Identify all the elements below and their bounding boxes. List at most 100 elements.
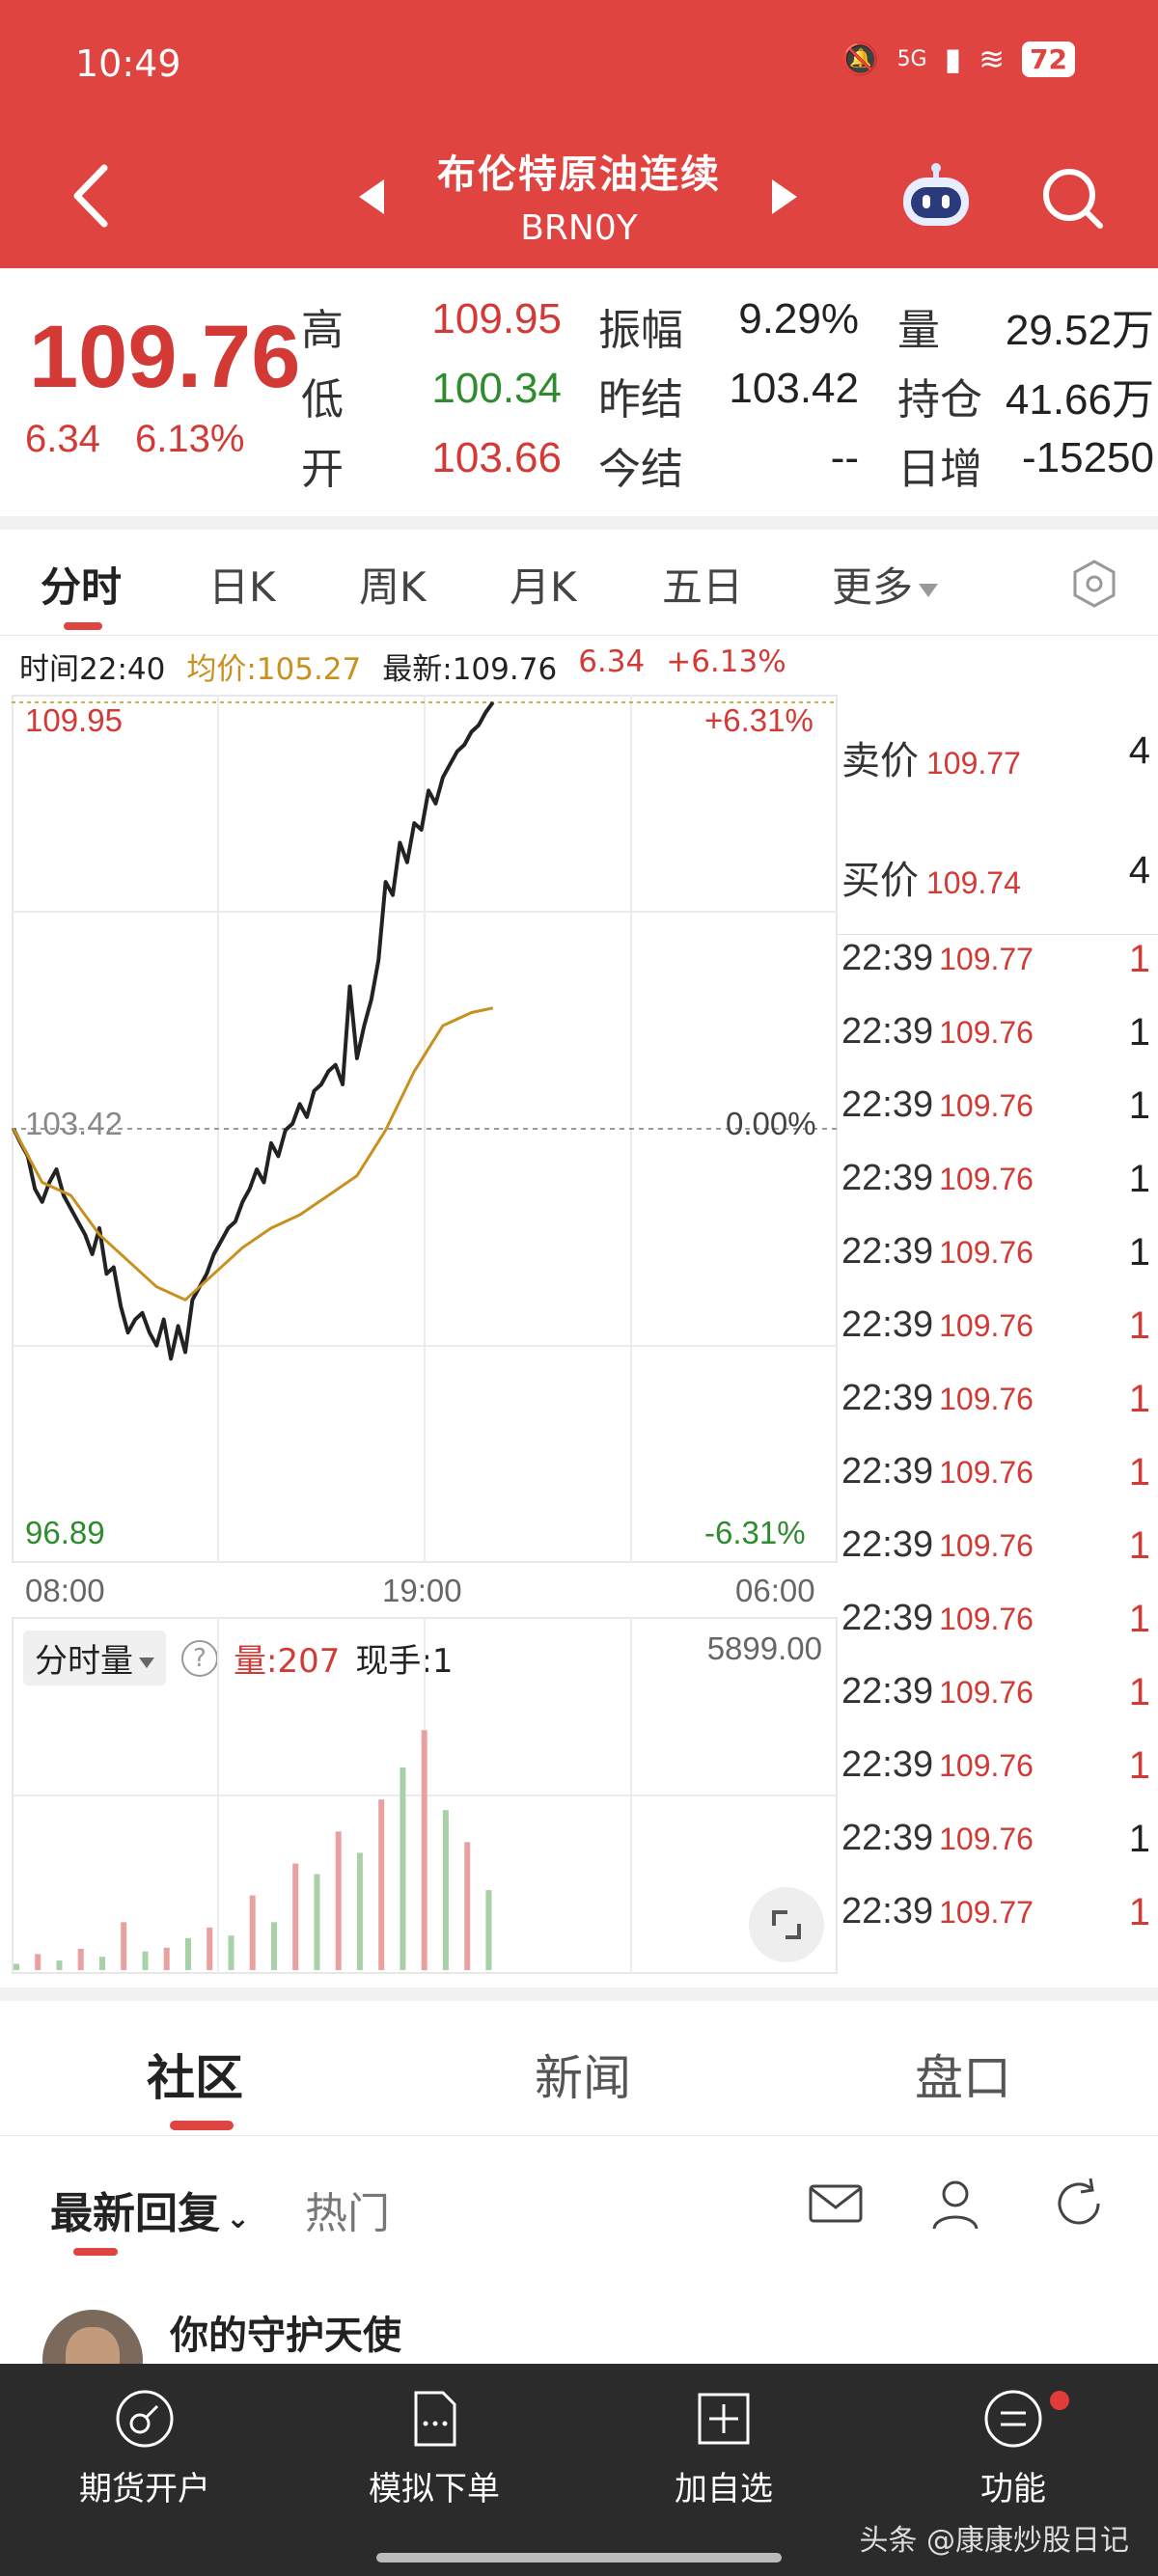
post-username[interactable]: 你的守护天使 [170,2304,401,2360]
value-daily-change: -15250 [1021,434,1154,481]
tick-row: 22:39 109.76 1 [841,1744,1150,1787]
tick-row: 22:39 109.76 1 [841,1084,1150,1127]
value-prev-settle: 103.42 [729,365,859,412]
info-latest: 最新:109.76 [382,652,558,687]
volume-bar [77,1948,84,1970]
document-icon [414,2391,456,2447]
value-high: 109.95 [431,295,562,343]
tick-row: 22:39 109.76 1 [841,1304,1150,1347]
tab-latest-reply-label: 最新回复 [50,2189,220,2238]
nav-functions[interactable]: 功能 [907,2387,1119,2509]
volume-bar [314,1874,320,1970]
tick-time: 22:39 [841,1158,934,1198]
ask-price: 109.77 [926,746,1021,781]
tab-hot[interactable]: 热门 [305,2179,390,2240]
tab-order-panel[interactable]: 盘口 [915,2040,1011,2109]
tick-time: 22:39 [841,1451,934,1492]
tick-time: 22:39 [841,1818,934,1858]
volume-bar [228,1935,234,1970]
tick-row: 22:39 109.76 1 [841,1451,1150,1494]
chart-tabs: 分时 日K 周K 月K 五日 更多 [0,530,1158,636]
nav-open-account[interactable]: 期货开户 [39,2387,251,2509]
x-tick-end: 06:00 [735,1573,815,1608]
mail-icon[interactable] [805,2173,867,2234]
tab-intraday[interactable]: 分时 [41,555,122,614]
refresh-icon[interactable] [1048,2173,1110,2234]
robot-assistant-icon[interactable] [897,162,975,230]
nav-sim-order[interactable]: 模拟下单 [328,2387,540,2509]
tick-row: 22:39 109.76 1 [841,1524,1150,1567]
tick-time: 22:39 [841,1011,934,1052]
tick-row: 22:39 109.76 1 [841,1598,1150,1640]
community-tabs: 社区 新闻 盘口 [0,2001,1158,2136]
tick-price: 109.76 [939,1748,1034,1783]
tick-qty: 1 [1128,1158,1150,1200]
tick-price: 109.77 [939,942,1034,976]
volume-bar [442,1810,449,1970]
home-indicator[interactable] [376,2553,782,2562]
tab-more[interactable]: 更多 [832,555,939,614]
volume-chart-svg [12,1617,838,1974]
x-tick-start: 08:00 [25,1573,105,1608]
mute-icon: 🔕 [841,41,880,77]
tick-time: 22:39 [841,1891,934,1932]
nav-open-account-label: 期货开户 [79,2470,210,2508]
tab-weekly-k[interactable]: 周K [359,555,427,614]
tick-qty: 1 [1128,1524,1150,1567]
label-low: 低 [301,375,344,425]
tick-price: 109.76 [939,1602,1034,1636]
tick-qty: 1 [1128,1451,1150,1494]
value-open: 103.66 [431,434,562,481]
post-item[interactable]: 你的守护天使 [0,2277,1158,2410]
back-icon[interactable] [68,162,116,230]
user-icon[interactable] [924,2173,986,2234]
credit-watermark: 头条 @康康炒股日记 [859,2524,1129,2558]
tick-qty: 1 [1128,1598,1150,1640]
tab-monthly-k[interactable]: 月K [510,555,577,614]
axis-high-pct: +6.31% [704,702,813,738]
volume-bar [35,1954,41,1970]
tab-community[interactable]: 社区 [147,2040,243,2109]
label-daily-change: 日增 [897,445,982,494]
volume-bar [485,1890,492,1970]
tick-qty: 1 [1128,1231,1150,1274]
bid-price: 109.74 [926,865,1021,900]
axis-low-pct: -6.31% [704,1515,806,1550]
book-divider [838,934,1158,935]
value-amplitude: 9.29% [738,295,859,343]
tick-time: 22:39 [841,1231,934,1272]
menu-icon [984,2390,1042,2448]
tab-daily-k[interactable]: 日K [208,555,276,614]
chart-settings-icon[interactable] [1069,559,1119,609]
header-bar: 10:49 🔕 5G ▮ ≋ 72 布伦特原油连续 BRN0Y [0,0,1158,268]
tick-price: 109.76 [939,1088,1034,1123]
intraday-chart[interactable] [12,695,838,1563]
tick-price: 109.76 [939,1235,1034,1270]
nav-add-watchlist-label: 加自选 [675,2470,773,2508]
nav-add-watchlist[interactable]: 加自选 [618,2387,830,2509]
search-icon[interactable] [1038,164,1106,232]
bid-row: 买价 109.74 4 [841,849,1150,905]
volume-bar [464,1842,471,1970]
volume-bar [356,1852,363,1970]
tick-qty: 1 [1128,938,1150,980]
tick-qty: 1 [1128,1304,1150,1347]
wifi-icon: ≋ [979,41,1006,77]
tick-row: 22:39 109.76 1 [841,1231,1150,1274]
info-time: 时间22:40 [19,652,166,687]
tick-price: 109.77 [939,1895,1034,1930]
tick-time: 22:39 [841,1084,934,1125]
order-book: 卖价 109.77 4 买价 109.74 4 22:39 109.77 1 22:39 1… [838,695,1158,1978]
status-icons: 🔕 5G ▮ ≋ 72 [841,41,1075,77]
tab-latest-reply[interactable]: 最新回复 ⌄ [50,2179,250,2240]
tab-five-day[interactable]: 五日 [662,555,743,614]
nav-sim-order-label: 模拟下单 [369,2470,500,2508]
tick-time: 22:39 [841,1304,934,1345]
tick-qty: 1 [1128,1378,1150,1420]
axis-prev-settle-price: 103.42 [25,1106,123,1141]
tab-news[interactable]: 新闻 [535,2040,631,2109]
tick-time: 22:39 [841,1378,934,1418]
next-contract-icon[interactable] [772,179,797,214]
tick-qty: 1 [1128,1818,1150,1860]
volume-bar [185,1937,191,1970]
